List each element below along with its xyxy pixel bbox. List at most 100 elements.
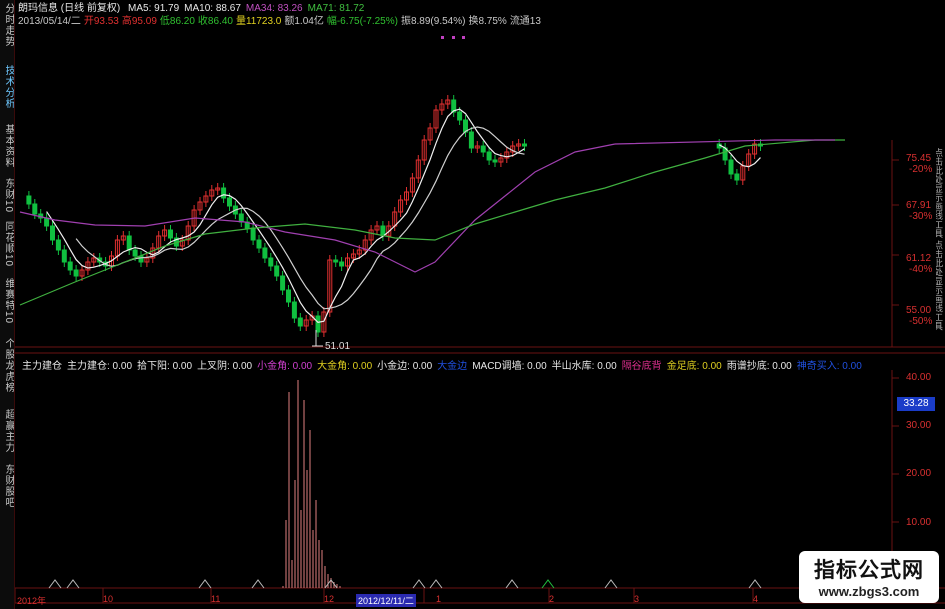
candle-body <box>297 317 303 327</box>
indicator-label-1: 主力建仓: 0.00 <box>67 361 133 372</box>
side-tab-1[interactable]: 技术分析 <box>0 62 14 112</box>
ma71-line <box>19 139 845 306</box>
indicator-label-11: 金足底: 0.00 <box>666 361 722 372</box>
side-tab-strip: 分时走势技术分析基本资料东财10 同花顺10 维赛特10 个股龙虎榜超赢主力东财股吧 <box>0 0 15 609</box>
sub-tick-3: 10.00 <box>906 517 932 528</box>
price-tick-3: 55.00 <box>906 305 932 316</box>
date-label-4: 2012/12/11/二 <box>356 594 416 607</box>
date-label-5: 1 <box>436 594 442 604</box>
candle-body <box>250 227 256 241</box>
side-tab-5[interactable]: 维赛特10 <box>0 276 14 326</box>
signal-triangle-3 <box>251 579 265 589</box>
pct-tick-3: -50% <box>909 316 933 327</box>
date-label-3: 12 <box>324 594 335 604</box>
pct-tick-1: -30% <box>909 211 933 222</box>
ma5-line-a <box>46 108 525 324</box>
date-label-7: 3 <box>634 594 640 604</box>
signal-triangle-9 <box>604 579 618 589</box>
candle-body <box>26 195 32 205</box>
watermark-url: www.zbgs3.com <box>818 584 920 599</box>
candle-body <box>256 239 262 249</box>
candle-body <box>132 249 138 257</box>
candle-body <box>339 261 345 267</box>
site-watermark: 指标公式网 www.zbgs3.com <box>799 551 939 603</box>
ma10-line-a <box>75 126 525 310</box>
price-tick-1: 67.91 <box>906 200 932 211</box>
candle-body <box>44 217 50 227</box>
indicator-label-5: 大金角: 0.00 <box>317 361 373 372</box>
candle-body <box>286 289 291 303</box>
candle-body <box>468 131 474 149</box>
signal-dot-2 <box>462 36 465 39</box>
side-tab-0[interactable]: 分时走势 <box>0 2 14 48</box>
sub-tick-1: 30.00 <box>906 420 932 431</box>
signal-triangle-6 <box>429 579 443 589</box>
candle-body <box>67 261 73 271</box>
indicator-label-12: 雨谱抄底: 0.00 <box>726 361 792 372</box>
date-label-6: 2 <box>549 594 555 604</box>
signal-triangle-8 <box>541 579 555 589</box>
candle-body <box>138 255 144 263</box>
candle-body <box>522 143 527 147</box>
side-tab-6[interactable]: 个股龙虎榜 <box>0 334 14 396</box>
price-tick-2: 61.12 <box>906 253 932 264</box>
candle-body <box>280 275 286 291</box>
indicator-label-7: 大金边 <box>437 361 468 372</box>
candle-body <box>291 301 297 319</box>
indicator-label-8: MACD调墙: 0.00 <box>472 361 547 372</box>
candle-body <box>55 239 61 251</box>
indicator-label-9: 半山水库: 0.00 <box>551 361 617 372</box>
ma34-line <box>19 143 616 273</box>
signal-triangle-10 <box>748 579 762 589</box>
low-price-label: 51.01 <box>325 341 350 352</box>
indicator-label-4: 小金角: 0.00 <box>257 361 313 372</box>
side-tab-2[interactable]: 基本资料 <box>0 122 14 170</box>
indicator-label-row: 主力建仓 主力建仓: 0.00 拾下阳: 0.00 上叉阴: 0.00 小金角: 0.0… <box>22 357 867 372</box>
indicator-label-13: 神奇买入: 0.00 <box>796 361 862 372</box>
candle-body <box>168 229 173 239</box>
signal-dot-1 <box>452 36 455 39</box>
side-tab-8[interactable]: 东财股吧 <box>0 464 14 508</box>
pct-tick-0: -20% <box>909 164 933 175</box>
side-tab-7[interactable]: 超赢主力 <box>0 404 14 458</box>
side-tab-3[interactable]: 东财10 <box>0 178 14 212</box>
sub-tick-0: 40.00 <box>906 372 932 383</box>
candle-body <box>728 159 734 175</box>
candle-body <box>315 315 321 333</box>
candle-body <box>61 249 67 263</box>
signal-triangle-7 <box>505 579 519 589</box>
candle-body <box>268 257 274 267</box>
side-tab-4[interactable]: 同花顺10 <box>0 218 14 270</box>
indicator-label-2: 拾下阳: 0.00 <box>137 361 193 372</box>
signal-triangle-0 <box>48 579 62 589</box>
candle-body <box>333 259 339 263</box>
sub-tick-2: 20.00 <box>906 468 932 479</box>
candle-body <box>221 187 227 199</box>
signal-triangle-5 <box>412 579 426 589</box>
signal-dot-0 <box>441 36 444 39</box>
date-label-0: 2012年 <box>17 596 47 606</box>
indicator-label-6: 小金边: 0.00 <box>377 361 433 372</box>
sub-value-badge: 33.28 <box>897 397 935 411</box>
candle-body <box>486 151 492 161</box>
signal-triangle-2 <box>198 579 212 589</box>
date-label-2: 11 <box>211 594 221 604</box>
kline-chart[interactable]: 51.01 <box>15 0 945 609</box>
indicator-label-0: 主力建仓 <box>22 361 62 372</box>
drawing-tools-hint[interactable]: 点击此处显示画线工具 点击此处显示画线工具 <box>936 148 945 358</box>
candle-body <box>457 111 463 121</box>
candle-body <box>734 173 740 181</box>
date-label-1: 10 <box>103 594 114 604</box>
pct-tick-2: -40% <box>909 264 933 275</box>
indicator-label-3: 上叉阴: 0.00 <box>197 361 253 372</box>
candle-body <box>238 213 244 223</box>
candle-body <box>274 265 280 277</box>
candle-body <box>492 159 498 163</box>
candle-body <box>480 145 486 153</box>
price-tick-0: 75.45 <box>906 153 932 164</box>
watermark-title: 指标公式网 <box>814 559 924 582</box>
candle-body <box>227 197 232 207</box>
candle-body <box>50 225 55 241</box>
candle-body <box>32 203 38 215</box>
candle-body <box>126 235 132 251</box>
